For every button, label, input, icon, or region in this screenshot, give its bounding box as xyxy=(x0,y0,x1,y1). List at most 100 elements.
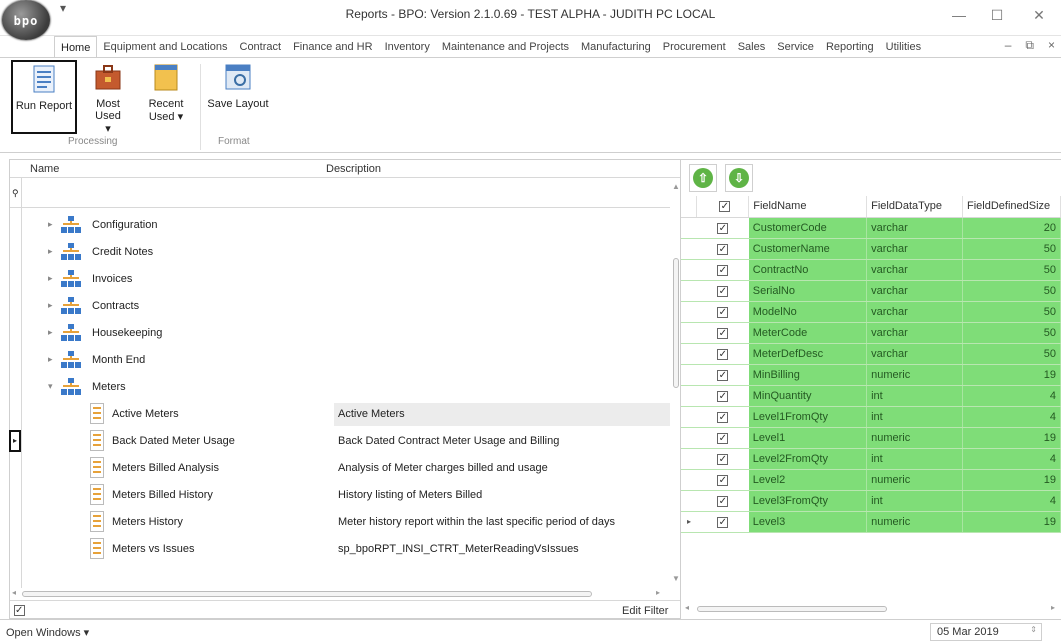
run-report-button[interactable]: Run Report xyxy=(11,60,77,134)
most-used-button[interactable]: Most Used ▾ xyxy=(84,60,132,135)
field-row[interactable]: ✓ Level3FromQty int 4 xyxy=(681,490,1061,512)
field-size-cell[interactable]: 50 xyxy=(962,343,1061,365)
field-datatype-cell[interactable]: varchar xyxy=(866,259,963,281)
tab-service[interactable]: Service xyxy=(771,36,820,58)
field-name-cell[interactable]: SerialNo xyxy=(748,280,868,302)
field-size-cell[interactable]: 50 xyxy=(962,280,1061,302)
field-name-cell[interactable]: Level2FromQty xyxy=(748,448,868,470)
scroll-down-icon[interactable]: ▼ xyxy=(672,574,680,583)
field-include-checkbox[interactable]: ✓ xyxy=(717,495,729,507)
tree-folder-invoices[interactable]: ▸ Invoices xyxy=(22,266,670,293)
field-datatype-cell[interactable]: numeric xyxy=(866,427,963,449)
field-datatype-cell[interactable]: int xyxy=(866,406,963,428)
scroll-right-icon[interactable]: ▸ xyxy=(656,588,660,597)
field-include-checkbox[interactable]: ✓ xyxy=(717,285,729,297)
field-name-cell[interactable]: ModelNo xyxy=(748,301,868,323)
expand-arrow-icon[interactable]: ▸ xyxy=(48,246,53,257)
date-spin-field[interactable]: 05 Mar 2019 ⇕ xyxy=(930,623,1042,641)
field-row[interactable]: ✓ SerialNo varchar 50 xyxy=(681,280,1061,302)
field-datatype-cell[interactable]: varchar xyxy=(866,238,963,260)
tab-equipment-and-locations[interactable]: Equipment and Locations xyxy=(97,36,233,58)
horizontal-scroll-thumb[interactable] xyxy=(697,606,887,612)
select-all-header[interactable]: ✓ xyxy=(696,196,750,218)
field-row[interactable]: ✓ MeterDefDesc varchar 50 xyxy=(681,343,1061,365)
field-datatype-cell[interactable]: numeric xyxy=(866,511,963,533)
tree-report-back-dated-meter-usage[interactable]: Back Dated Meter Usage Back Dated Contra… xyxy=(22,428,670,455)
mdi-restore-icon[interactable]: ⧉ xyxy=(1025,38,1034,53)
field-include-checkbox[interactable]: ✓ xyxy=(717,327,729,339)
field-datatype-cell[interactable]: varchar xyxy=(866,280,963,302)
field-name-cell[interactable]: MeterCode xyxy=(748,322,868,344)
tab-manufacturing[interactable]: Manufacturing xyxy=(575,36,657,58)
tree-horizontal-scrollbar[interactable]: ◂ ▸ xyxy=(10,588,670,600)
scroll-left-icon[interactable]: ◂ xyxy=(685,603,689,612)
field-row[interactable]: ✓ Level2 numeric 19 xyxy=(681,469,1061,491)
scroll-right-icon[interactable]: ▸ xyxy=(1051,603,1055,612)
tree-folder-housekeeping[interactable]: ▸ Housekeeping xyxy=(22,320,670,347)
field-name-cell[interactable]: CustomerCode xyxy=(748,217,868,239)
tree-folder-meters[interactable]: ▾ Meters xyxy=(22,374,670,401)
tree-report-meters-billed-history[interactable]: Meters Billed History History listing of… xyxy=(22,482,670,509)
field-size-cell[interactable]: 19 xyxy=(962,469,1061,491)
field-include-checkbox[interactable]: ✓ xyxy=(717,369,729,381)
field-include-checkbox[interactable]: ✓ xyxy=(717,432,729,444)
restore-button[interactable]: ☐ xyxy=(982,4,1012,26)
field-size-cell[interactable]: 19 xyxy=(962,427,1061,449)
expand-arrow-icon[interactable]: ▸ xyxy=(48,327,53,338)
close-button[interactable]: ✕ xyxy=(1024,4,1054,26)
collapse-arrow-icon[interactable]: ▾ xyxy=(48,381,53,392)
field-row[interactable]: ✓ Level1 numeric 19 xyxy=(681,427,1061,449)
tab-sales[interactable]: Sales xyxy=(732,36,772,58)
move-down-button[interactable]: ⇩ xyxy=(725,164,753,192)
field-row[interactable]: ✓ MinQuantity int 4 xyxy=(681,385,1061,407)
filter-enable-checkbox[interactable]: ✓ xyxy=(14,605,25,616)
field-size-cell[interactable]: 4 xyxy=(962,490,1061,512)
field-datatype-cell[interactable]: int xyxy=(866,448,963,470)
field-row[interactable]: ✓ Level2FromQty int 4 xyxy=(681,448,1061,470)
tree-vertical-scrollbar[interactable]: ▲ ▼ xyxy=(670,178,680,598)
field-name-cell[interactable]: MinBilling xyxy=(748,364,868,386)
field-size-cell[interactable]: 50 xyxy=(962,238,1061,260)
tab-home[interactable]: Home xyxy=(54,36,98,58)
edit-filter-button[interactable]: Edit Filter xyxy=(622,605,668,617)
field-include-checkbox[interactable]: ✓ xyxy=(717,306,729,318)
field-name-cell[interactable]: CustomerName xyxy=(748,238,868,260)
column-header-fieldname[interactable]: FieldName xyxy=(748,196,868,218)
tree-folder-configuration[interactable]: ▸ Configuration xyxy=(22,212,670,239)
field-row[interactable]: ✓ CustomerName varchar 50 xyxy=(681,238,1061,260)
field-size-cell[interactable]: 50 xyxy=(962,322,1061,344)
field-size-cell[interactable]: 50 xyxy=(962,301,1061,323)
fields-horizontal-scrollbar[interactable]: ◂ ▸ xyxy=(681,600,1061,618)
tab-reporting[interactable]: Reporting xyxy=(820,36,880,58)
tree-report-meters-vs-issues[interactable]: Meters vs Issues sp_bpoRPT_INSI_CTRT_Met… xyxy=(22,536,670,563)
minimize-button[interactable]: — xyxy=(944,4,974,26)
field-size-cell[interactable]: 50 xyxy=(962,259,1061,281)
tab-procurement[interactable]: Procurement xyxy=(657,36,732,58)
horizontal-scroll-thumb[interactable] xyxy=(22,591,592,597)
field-include-checkbox[interactable]: ✓ xyxy=(717,411,729,423)
spin-icon[interactable]: ⇕ xyxy=(1030,625,1037,634)
field-datatype-cell[interactable]: varchar xyxy=(866,343,963,365)
field-datatype-cell[interactable]: varchar xyxy=(866,301,963,323)
field-include-checkbox[interactable]: ✓ xyxy=(717,348,729,360)
field-row[interactable]: ✓ CustomerCode varchar 20 xyxy=(681,217,1061,239)
expand-arrow-icon[interactable]: ▸ xyxy=(48,273,53,284)
select-all-checkbox[interactable]: ✓ xyxy=(719,201,731,213)
column-header-fielddatatype[interactable]: FieldDataType xyxy=(866,196,963,218)
field-datatype-cell[interactable]: int xyxy=(866,490,963,512)
field-size-cell[interactable]: 19 xyxy=(962,511,1061,533)
field-name-cell[interactable]: MeterDefDesc xyxy=(748,343,868,365)
field-name-cell[interactable]: MinQuantity xyxy=(748,385,868,407)
field-datatype-cell[interactable]: numeric xyxy=(866,364,963,386)
open-windows-menu[interactable]: Open Windows ▾ xyxy=(6,626,89,639)
field-include-checkbox[interactable]: ✓ xyxy=(717,516,729,528)
field-size-cell[interactable]: 4 xyxy=(962,385,1061,407)
move-up-button[interactable]: ⇧ xyxy=(689,164,717,192)
tree-report-active-meters[interactable]: Active Meters Active Meters xyxy=(22,401,674,428)
column-header-fielddefinedsize[interactable]: FieldDefinedSize xyxy=(962,196,1061,218)
field-datatype-cell[interactable]: varchar xyxy=(866,322,963,344)
app-logo[interactable]: bpo xyxy=(2,0,50,40)
tree-folder-month-end[interactable]: ▸ Month End xyxy=(22,347,670,374)
field-datatype-cell[interactable]: varchar xyxy=(866,217,963,239)
recent-used-button[interactable]: Recent Used ▾ xyxy=(142,60,190,134)
